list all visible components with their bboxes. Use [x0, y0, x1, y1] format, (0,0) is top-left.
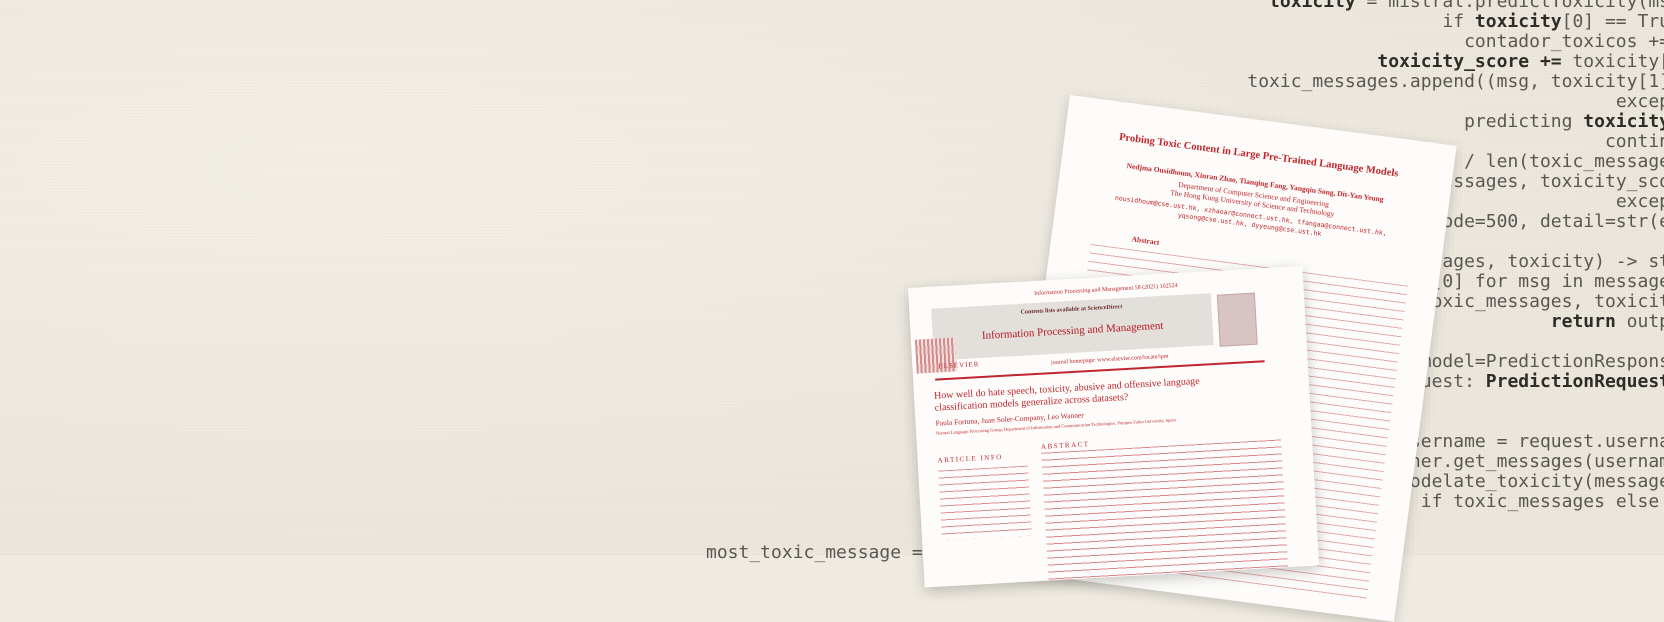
code-keyword: toxicity — [1269, 0, 1356, 12]
article-info-heading: ARTICLE INFO — [937, 452, 1004, 465]
code-line: toxic_messages.append((msg, toxicity[1] — [1247, 71, 1664, 92]
keywords-lines — [938, 465, 1033, 541]
paper-hate-speech-generalization: Information Processing and Management 58… — [908, 265, 1320, 588]
abstract-text-lines — [1041, 439, 1289, 583]
journal-name: Information Processing and Management — [981, 319, 1164, 342]
code-keyword: PredictionRequest — [1485, 371, 1664, 392]
code-line: if toxicity[0] == Tru — [1442, 11, 1664, 32]
paper-title: How well do hate speech, toxicity, abusi… — [933, 375, 1201, 414]
abstract-heading: ABSTRACT — [1040, 440, 1090, 451]
code-keyword: return — [1550, 311, 1616, 332]
code-line: toxicity_score += toxicity[ — [1377, 51, 1664, 72]
code-keyword: toxicity — [1474, 11, 1562, 32]
code-bottom-line: most_toxic_message = — [706, 542, 923, 563]
journal-cover-image — [1216, 292, 1258, 347]
contents-line: Contents lists available at ScienceDirec… — [1020, 304, 1123, 316]
code-keyword: toxicity_score += — [1377, 51, 1562, 72]
code-keyword: toxicity — [1583, 111, 1664, 132]
abstract-heading: Abstract — [1131, 234, 1161, 247]
code-line: contador_toxicos += — [1464, 31, 1664, 52]
journal-header: Contents lists available at ScienceDirec… — [914, 293, 1214, 374]
